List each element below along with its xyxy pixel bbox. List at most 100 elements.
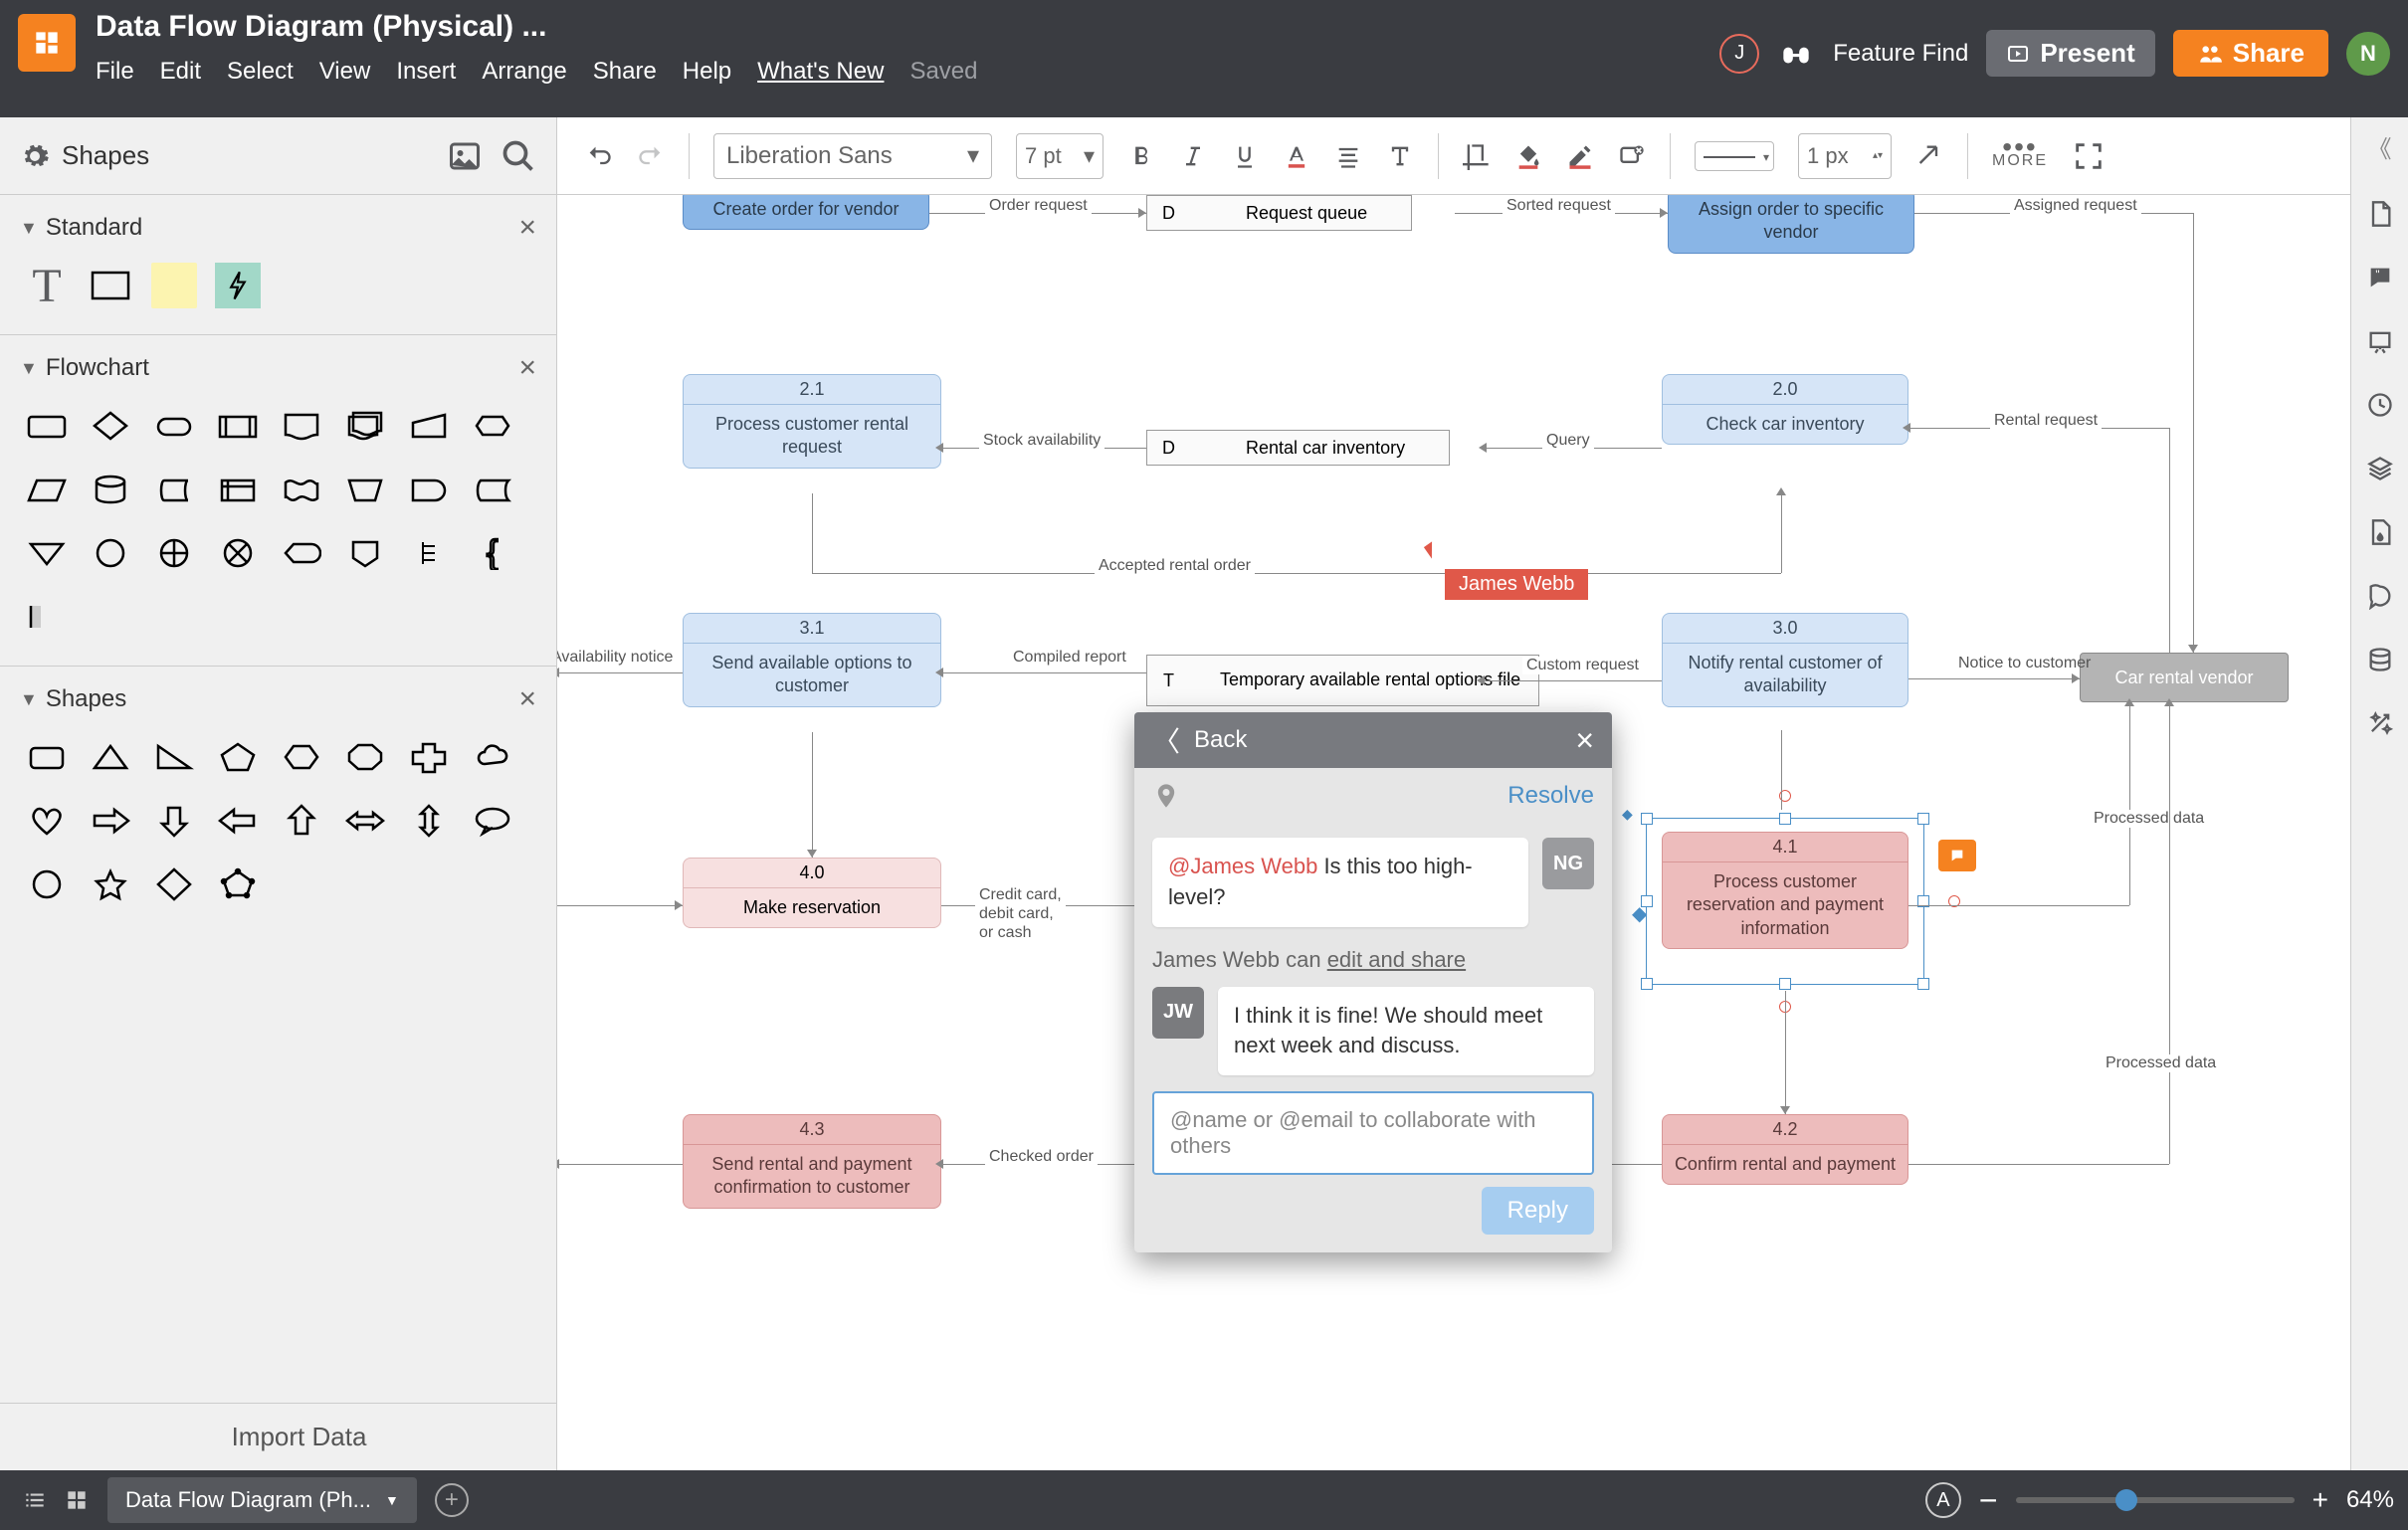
presentation-icon[interactable] <box>2366 327 2394 355</box>
menu-help[interactable]: Help <box>683 58 731 86</box>
data-shape[interactable] <box>24 467 70 512</box>
input-shape[interactable] <box>406 403 452 449</box>
grid-view-icon[interactable] <box>56 1479 98 1521</box>
multidoc-shape[interactable] <box>342 403 388 449</box>
text-shape[interactable]: T <box>24 263 70 308</box>
arrow-shape[interactable] <box>279 263 324 308</box>
border-color-icon[interactable] <box>1566 142 1594 170</box>
node-create-order[interactable]: Create order for vendor <box>683 195 929 230</box>
zoom-in-button[interactable]: + <box>2312 1484 2328 1516</box>
canvas[interactable]: Create order for vendor DRequest queue A… <box>557 195 2350 1470</box>
manual-loop-shape[interactable] <box>342 467 388 512</box>
node-2-1[interactable]: 2.1Process customer rental request <box>683 374 941 469</box>
arrow-down-shape[interactable] <box>151 798 197 844</box>
triangle-shape[interactable] <box>88 734 133 780</box>
redo-icon[interactable] <box>637 142 665 170</box>
document-shape[interactable] <box>279 403 324 449</box>
layers-icon[interactable] <box>2366 455 2394 482</box>
menu-file[interactable]: File <box>96 58 134 86</box>
comments-icon[interactable]: " <box>2366 264 2394 291</box>
datastore-request-queue[interactable]: DRequest queue <box>1146 195 1412 231</box>
app-logo[interactable] <box>18 14 76 72</box>
image-icon[interactable] <box>447 138 483 174</box>
star-shape[interactable] <box>88 861 133 907</box>
collapse-chevron-icon[interactable]: 《 <box>2368 129 2392 164</box>
comment-input[interactable]: @name or @email to collaborate with othe… <box>1152 1091 1594 1175</box>
list-view-icon[interactable] <box>14 1479 56 1521</box>
import-data-button[interactable]: Import Data <box>0 1403 556 1470</box>
connector-shape[interactable] <box>88 530 133 576</box>
page-icon[interactable] <box>2366 200 2394 228</box>
history-icon[interactable] <box>2366 391 2394 419</box>
note-shape[interactable] <box>406 530 452 576</box>
node-4-0[interactable]: 4.0Make reservation <box>683 858 941 928</box>
line-style-select[interactable]: ▾ <box>1695 141 1774 171</box>
datastore-rental-inventory[interactable]: DRental car inventory <box>1146 430 1450 466</box>
decision-shape[interactable] <box>88 403 133 449</box>
gear-icon[interactable] <box>20 141 50 171</box>
pentagon-shape[interactable] <box>215 734 261 780</box>
fullscreen-icon[interactable] <box>2072 139 2106 173</box>
standard-library-header[interactable]: ▼ Standard × <box>20 207 536 249</box>
node-assign-order[interactable]: Assign order to specific vendor <box>1668 195 1914 254</box>
delay-shape[interactable] <box>406 467 452 512</box>
magic-icon[interactable] <box>2366 709 2394 737</box>
junction-shape[interactable] <box>215 530 261 576</box>
callout-shape[interactable] <box>470 798 515 844</box>
italic-icon[interactable] <box>1179 142 1207 170</box>
node-3-0[interactable]: 3.0Notify rental customer of availabilit… <box>1662 613 1908 707</box>
resolve-button[interactable]: Resolve <box>1507 782 1594 810</box>
menu-whats-new[interactable]: What's New <box>757 58 884 86</box>
back-chevron-icon[interactable]: 〈 <box>1152 720 1180 760</box>
user-avatar-n[interactable]: N <box>2346 32 2390 76</box>
crop-icon[interactable] <box>1463 142 1491 170</box>
document-title[interactable]: Data Flow Diagram (Physical) ... <box>96 10 1719 44</box>
align-icon[interactable] <box>1334 142 1362 170</box>
sticky-note-shape[interactable] <box>151 263 197 308</box>
back-label[interactable]: Back <box>1194 726 1247 754</box>
storage-shape[interactable] <box>151 467 197 512</box>
close-icon[interactable]: × <box>1575 722 1594 759</box>
edit-share-link[interactable]: edit and share <box>1327 947 1466 972</box>
arrow-up-shape[interactable] <box>279 798 324 844</box>
internal-shape[interactable] <box>215 467 261 512</box>
or-shape[interactable] <box>151 530 197 576</box>
zoom-slider[interactable] <box>2016 1497 2295 1503</box>
share-button[interactable]: Share <box>2173 30 2328 77</box>
node-4-3[interactable]: 4.3Send rental and payment confirmation … <box>683 1114 941 1209</box>
line-options-icon[interactable] <box>1915 142 1943 170</box>
fill-icon[interactable] <box>1514 142 1542 170</box>
line-width-select[interactable]: 1 px▴▾ <box>1798 133 1892 179</box>
data-icon[interactable] <box>2366 646 2394 673</box>
arrow-left-shape[interactable] <box>215 798 261 844</box>
octagon-shape[interactable] <box>342 734 388 780</box>
collaborator-avatar-j[interactable]: J <box>1719 34 1759 74</box>
terminator-shape[interactable] <box>151 403 197 449</box>
merge-shape[interactable] <box>24 530 70 576</box>
undo-icon[interactable] <box>585 142 613 170</box>
circle-shape[interactable] <box>24 861 70 907</box>
search-icon[interactable] <box>501 138 536 174</box>
hexagon-shape[interactable] <box>279 734 324 780</box>
zoom-level[interactable]: 64% <box>2346 1486 2394 1514</box>
shape-options-icon[interactable] <box>1618 142 1646 170</box>
add-page-button[interactable]: + <box>435 1483 469 1517</box>
cloud-shape[interactable] <box>470 734 515 780</box>
diamond-shape[interactable] <box>151 861 197 907</box>
bolt-shape[interactable] <box>215 263 261 308</box>
prep-shape[interactable] <box>470 403 515 449</box>
reply-button[interactable]: Reply <box>1482 1187 1594 1235</box>
offpage-shape[interactable] <box>342 530 388 576</box>
arrow-lr-shape[interactable] <box>342 798 388 844</box>
node-vendor[interactable]: Car rental vendor <box>2080 653 2289 702</box>
brace-shape[interactable]: { <box>470 530 515 576</box>
flowchart-library-header[interactable]: ▼ Flowchart × <box>20 347 536 389</box>
card-shape[interactable] <box>24 594 70 640</box>
text-format-icon[interactable] <box>1386 142 1414 170</box>
predefined-shape[interactable] <box>215 403 261 449</box>
display-shape[interactable] <box>279 530 324 576</box>
shapes-library-header[interactable]: ▼ Shapes × <box>20 678 536 720</box>
close-icon[interactable]: × <box>518 211 536 245</box>
comment-indicator[interactable] <box>1938 840 1976 871</box>
text-color-icon[interactable] <box>1283 142 1310 170</box>
